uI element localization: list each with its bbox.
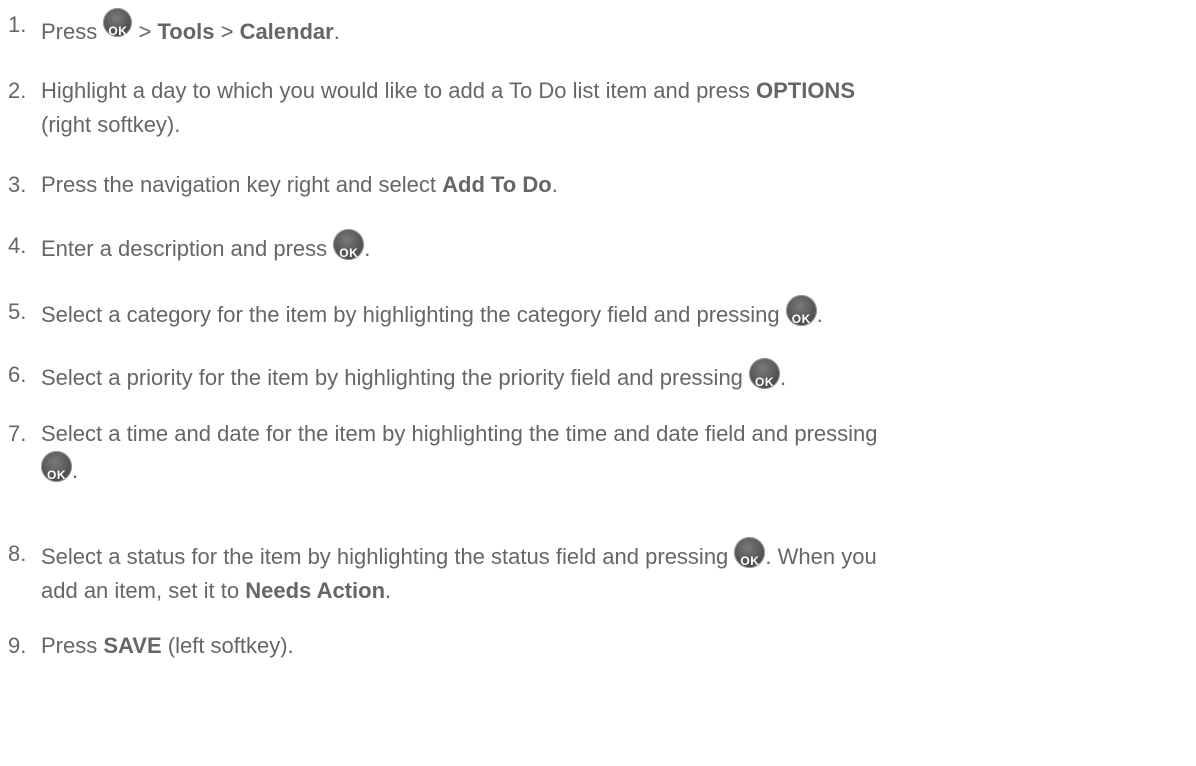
step-number: 3. [8, 172, 27, 197]
ok-key-icon [41, 451, 72, 492]
step-number: 6. [8, 362, 27, 387]
step-text: Press the navigation key right and selec… [41, 172, 558, 197]
step-number: 9. [8, 633, 27, 658]
ok-key-icon [103, 8, 133, 48]
step-text: Press > Tools > Calendar. [41, 8, 1181, 49]
step-number: 1. [8, 12, 27, 37]
ok-key-icon [785, 295, 817, 336]
step-number: 4. [8, 233, 27, 258]
menu-tools: Tools [157, 19, 215, 44]
step-number: 8. [8, 541, 27, 566]
add-to-do-label: Add To Do [442, 172, 552, 197]
ok-key-icon [734, 537, 766, 578]
step-text: Select a category for the item by highli… [41, 295, 1181, 336]
ok-key-icon [333, 229, 365, 270]
options-softkey-label: OPTIONS [755, 78, 855, 103]
step-number: 7. [8, 421, 27, 446]
step-text: Select a priority for the item by highli… [41, 358, 1181, 399]
step-number: 5. [8, 299, 27, 324]
needs-action-label: Needs Action [245, 578, 386, 603]
step-text: Enter a description and press . [41, 229, 1181, 270]
menu-calendar: Calendar [239, 19, 334, 44]
step-text: Press SAVE (left softkey). [41, 633, 294, 658]
step-number: 2. [8, 78, 27, 103]
step-text: Select a time and date for the item by h… [41, 417, 1181, 492]
step-text: Select a status for the item by highligh… [41, 537, 1181, 608]
step-text: Highlight a day to which you would like … [41, 78, 855, 137]
save-softkey-label: SAVE [103, 633, 162, 658]
ok-key-icon [749, 358, 781, 399]
